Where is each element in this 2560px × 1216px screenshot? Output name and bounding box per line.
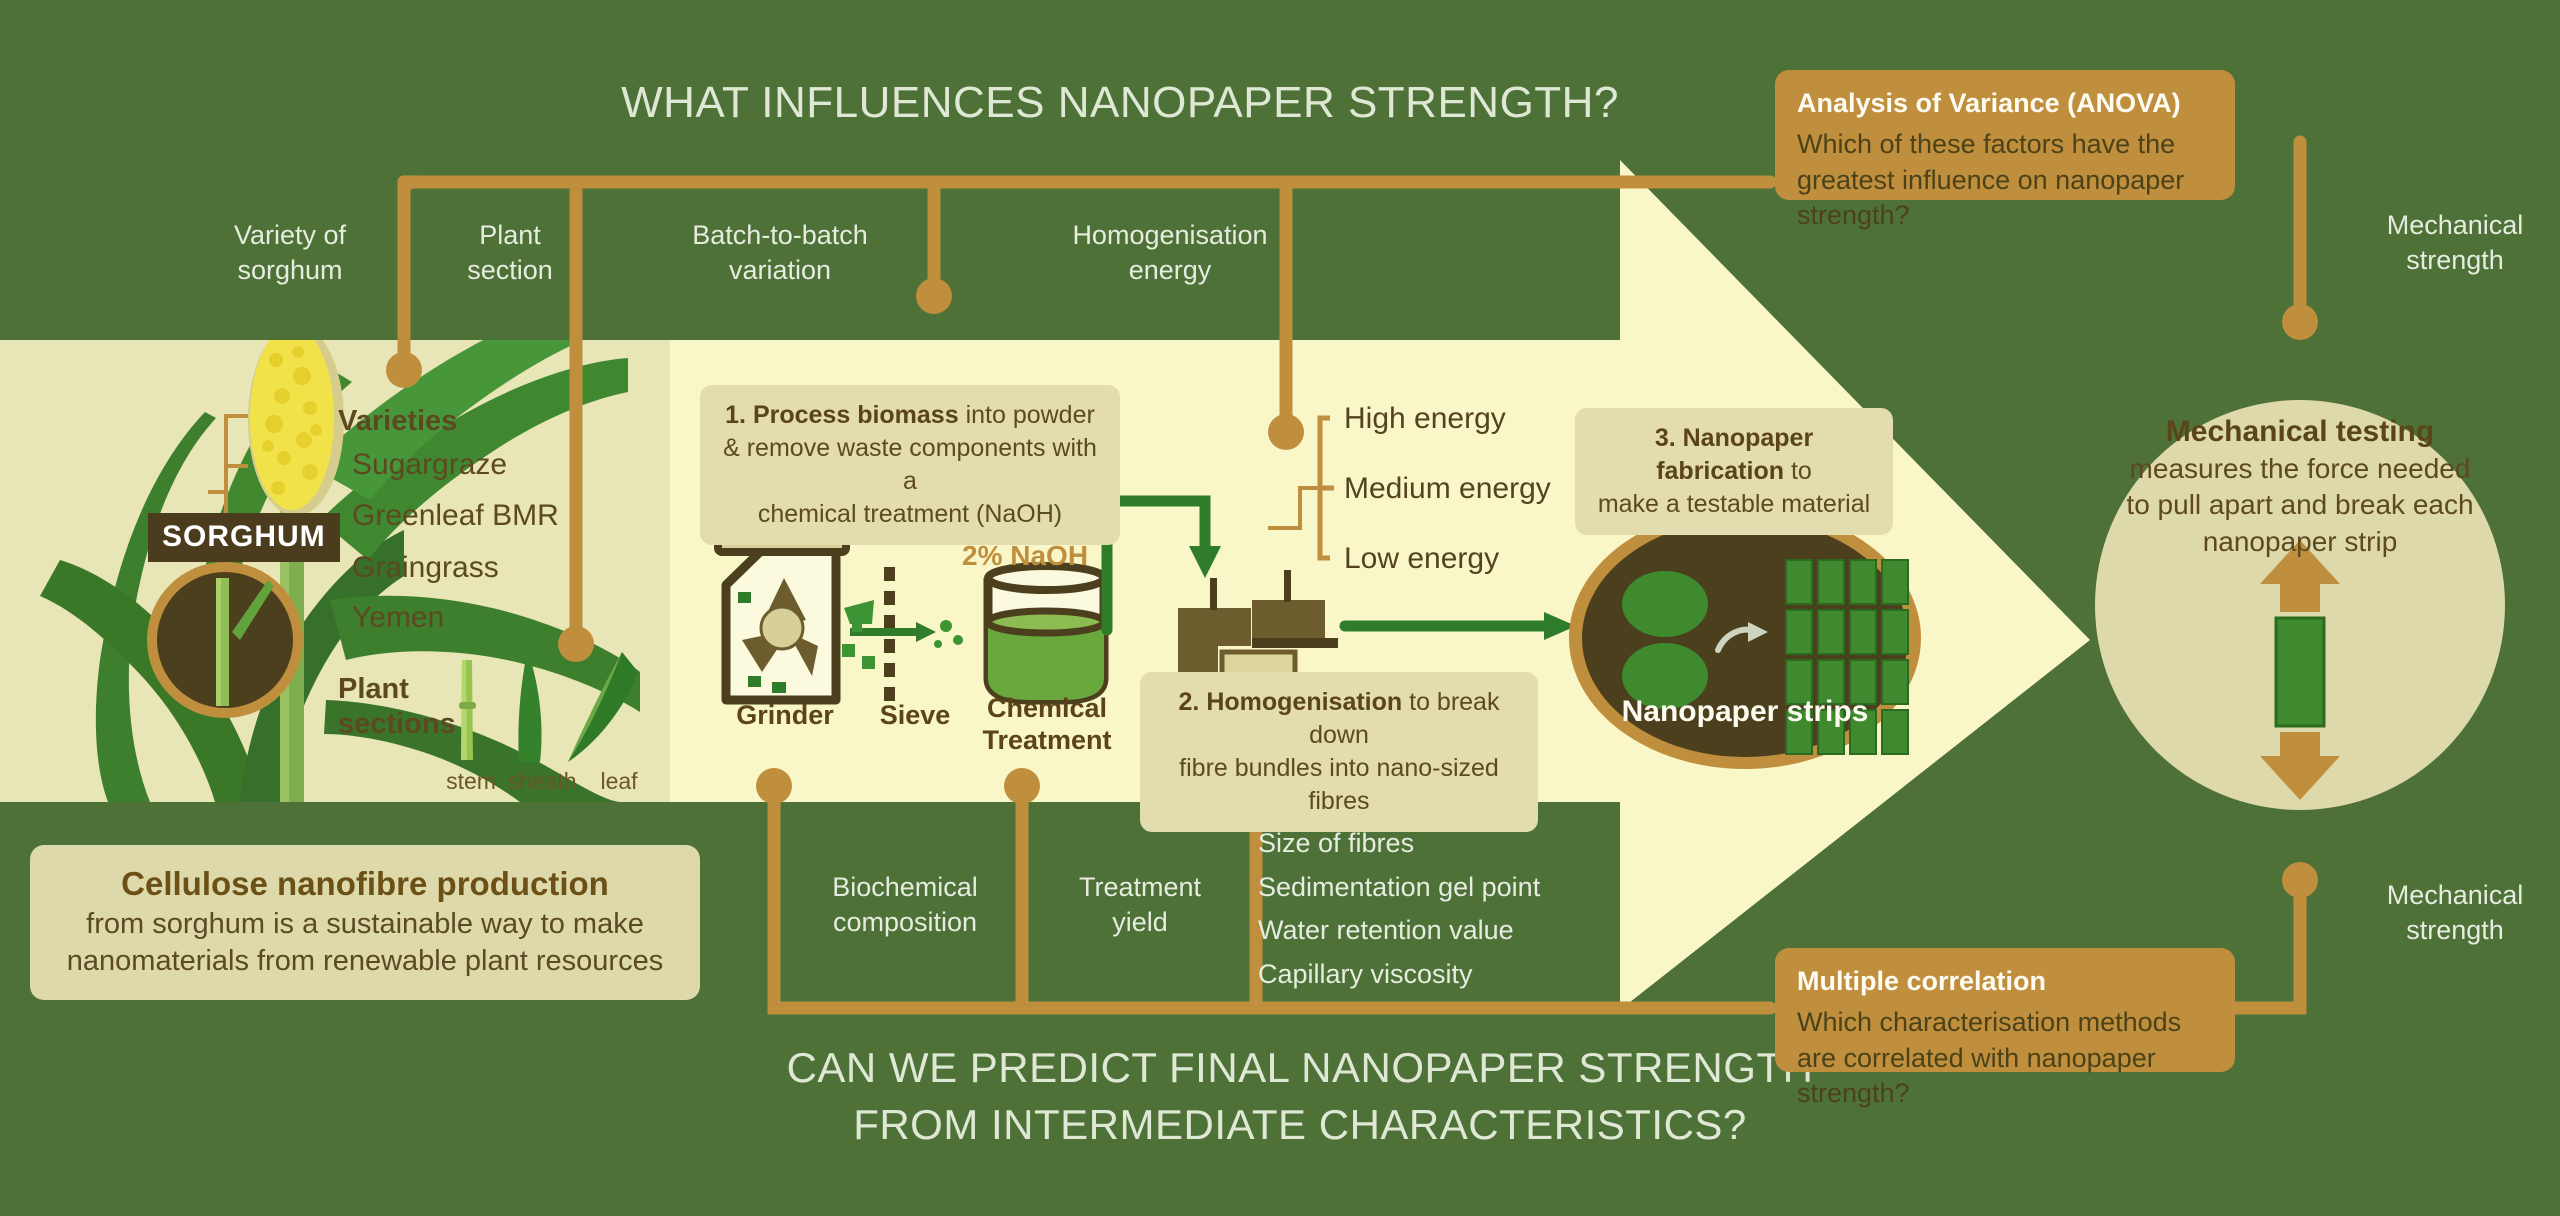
mechanical-testing-text: Mechanical testing measures the force ne… bbox=[2070, 412, 2530, 560]
char-method-3: Capillary viscosity bbox=[1258, 959, 1473, 990]
plant-sections-line1: Plant bbox=[338, 673, 409, 705]
mech-bottom-line1: Mechanical bbox=[2386, 880, 2524, 910]
bottom-question-line2: FROM INTERMEDIATE CHARACTERISTICS? bbox=[853, 1100, 1747, 1148]
char-method-1: Sedimentation gel point bbox=[1258, 871, 1541, 902]
char-method-2: Water retention value bbox=[1258, 915, 1514, 946]
mech-top-line1: Mechanical bbox=[2386, 210, 2524, 240]
step2-bold: 2. Homogenisation bbox=[1178, 688, 1403, 716]
beaker-icon bbox=[983, 562, 1109, 705]
summary-card: Cellulose nanofibre production from sorg… bbox=[30, 845, 700, 1000]
step-1-card: 1. Process biomass into powder & remove … bbox=[700, 385, 1120, 545]
step1-line3: chemical treatment (NaOH) bbox=[757, 500, 1063, 528]
summary-title: Cellulose nanofibre production bbox=[121, 865, 609, 902]
factor-homog-line2: energy bbox=[1128, 254, 1212, 285]
step2-line1: 2. Homogenisation to break down bbox=[1158, 686, 1520, 752]
energy-level-high: High energy bbox=[1344, 402, 1506, 435]
char-method-0: Size of fibres bbox=[1258, 828, 1415, 858]
variety-item-2: Graingrass bbox=[352, 551, 499, 584]
plant-sections-line2: sections bbox=[338, 708, 456, 741]
yield-line1: Treatment bbox=[1078, 872, 1202, 902]
factor-section-line1: Plant bbox=[479, 220, 541, 250]
factor-label-homogenisation: Homogenisation energy bbox=[1020, 218, 1320, 287]
summary-line1: from sorghum is a sustainable way to mak… bbox=[86, 907, 644, 940]
summary-line2: nanomaterials from renewable plant resou… bbox=[66, 945, 664, 977]
mechanical-testing-line2: to pull apart and break each bbox=[2126, 489, 2474, 521]
correlation-card[interactable]: Multiple correlation Which characterisat… bbox=[1775, 948, 2235, 1108]
mechanical-testing-title: Mechanical testing bbox=[2165, 415, 2435, 448]
biochem-line2: composition bbox=[832, 906, 978, 937]
anova-body: Which of these factors have the greatest… bbox=[1797, 129, 2185, 231]
biochem-line1: Biochemical bbox=[832, 872, 978, 902]
label-mechanical-strength-top: Mechanical strength bbox=[2340, 208, 2560, 277]
step3-rest: to bbox=[1784, 457, 1812, 485]
variety-item-0: Sugargraze bbox=[352, 448, 508, 481]
correlation-title: Multiple correlation bbox=[1797, 966, 2047, 996]
step3-line2: make a testable material bbox=[1597, 490, 1871, 518]
step3-line1: 3. Nanopaper fabrication to bbox=[1593, 422, 1875, 488]
factor-section-line2: section bbox=[467, 254, 553, 285]
factor-label-plant-section: Plant section bbox=[400, 218, 620, 287]
mechanical-testing-line3: nanopaper strip bbox=[2202, 525, 2398, 557]
factor-homog-line1: Homogenisation bbox=[1072, 220, 1268, 250]
energy-level-medium: Medium energy bbox=[1344, 472, 1551, 505]
mech-top-line2: strength bbox=[2406, 244, 2504, 275]
variety-item-1: Greenleaf BMR bbox=[352, 499, 559, 532]
factor-label-variety: Variety of sorghum bbox=[180, 218, 400, 287]
mech-bottom-line2: strength bbox=[2406, 914, 2504, 945]
step2-line2: fibre bundles into nano-sized fibres bbox=[1179, 754, 1499, 815]
mechanical-testing-line1: measures the force needed bbox=[2129, 453, 2471, 484]
yield-line2: yield bbox=[1112, 906, 1168, 937]
infographic-canvas: WHAT INFLUENCES NANOPAPER STRENGTH? CAN … bbox=[0, 0, 2560, 1216]
naoh-concentration-label: 2% NaOH bbox=[962, 540, 1089, 571]
factor-variety-line1: Variety of bbox=[233, 220, 347, 250]
label-mechanical-strength-bottom: Mechanical strength bbox=[2340, 878, 2560, 947]
correlation-body: Which characterisation methods are corre… bbox=[1797, 1007, 2182, 1109]
nanopaper-dish bbox=[1569, 507, 1921, 769]
factor-batch-line2: variation bbox=[728, 254, 832, 285]
varieties-heading: Varieties bbox=[338, 405, 458, 437]
sorghum-tag: SORGHUM bbox=[148, 513, 340, 562]
step1-line1: 1. Process biomass into powder bbox=[718, 399, 1102, 432]
step1-rest: into powder bbox=[958, 401, 1095, 429]
energy-level-low: Low energy bbox=[1344, 542, 1500, 575]
plant-sections-heading: Plant sections bbox=[338, 672, 456, 743]
variety-item-3: Yemen bbox=[352, 601, 445, 634]
step1-bold: 1. Process biomass bbox=[725, 401, 959, 429]
bottom-question-line1: CAN WE PREDICT FINAL NANOPAPER STRENGTH bbox=[786, 1044, 1814, 1091]
step-3-card: 3. Nanopaper fabrication to make a testa… bbox=[1575, 408, 1893, 535]
step1-line2: & remove waste components with a bbox=[723, 434, 1097, 495]
factor-label-biochemical: Biochemical composition bbox=[790, 870, 1020, 939]
characterisation-methods-list: Size of fibres Sedimentation gel point W… bbox=[1258, 822, 1540, 997]
step-2-card: 2. Homogenisation to break down fibre bu… bbox=[1140, 672, 1538, 832]
plant-section-label-leaf: leaf bbox=[600, 768, 638, 794]
plant-section-label-sheath: sheath bbox=[507, 768, 577, 794]
anova-card[interactable]: Analysis of Variance (ANOVA) Which of th… bbox=[1775, 70, 2235, 230]
anova-title: Analysis of Variance (ANOVA) bbox=[1797, 88, 2181, 118]
chemical-label-line1: Chemical bbox=[986, 693, 1108, 723]
factor-batch-line1: Batch-to-batch bbox=[692, 220, 868, 250]
nanopaper-strips-label: Nanopaper strips bbox=[1621, 695, 1869, 728]
factor-label-batch: Batch-to-batch variation bbox=[640, 218, 920, 287]
factor-label-treatment-yield: Treatment yield bbox=[1040, 870, 1240, 939]
factor-variety-line2: sorghum bbox=[237, 254, 343, 285]
chemical-label-line2: Treatment bbox=[982, 724, 1112, 755]
chemical-treatment-label: Chemical Treatment bbox=[962, 693, 1132, 757]
